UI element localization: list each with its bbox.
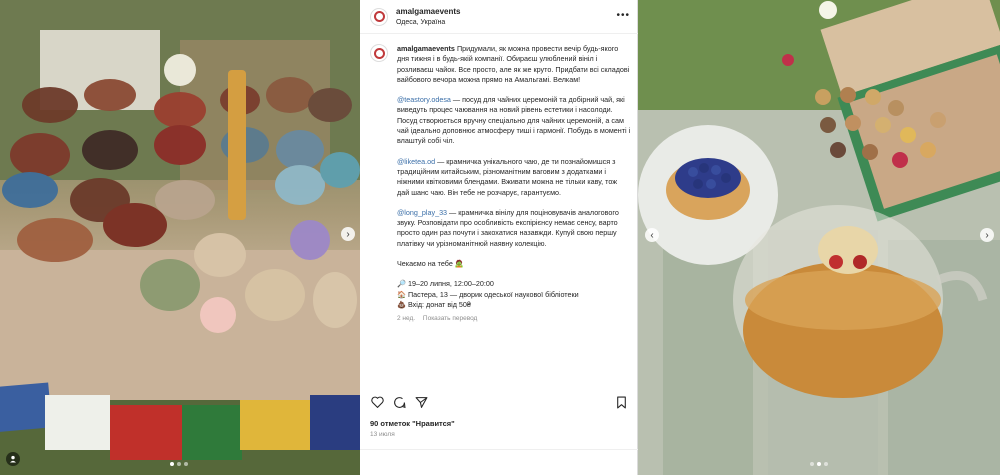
mention-longplay[interactable]: @long_play_33 bbox=[397, 208, 447, 217]
carousel-dots bbox=[810, 462, 828, 466]
post-date: 13 июля bbox=[370, 431, 395, 438]
user-icon[interactable] bbox=[6, 452, 20, 466]
bookmark-icon[interactable] bbox=[614, 395, 628, 409]
caption-username[interactable]: amalgamaevents bbox=[397, 44, 455, 53]
event-date: 🔎 19–20 липня, 12:00–20:00 bbox=[397, 279, 494, 289]
caption-meta: 2 нед. Показать перевод bbox=[397, 314, 631, 324]
caption: amalgamaevents Придумали, як можна прове… bbox=[397, 44, 631, 325]
share-icon[interactable] bbox=[414, 395, 428, 409]
avatar[interactable] bbox=[370, 7, 388, 26]
left-post-image[interactable]: › bbox=[0, 0, 360, 475]
chevron-right-icon[interactable]: › bbox=[980, 228, 994, 242]
location[interactable]: Одеса, Україна bbox=[396, 17, 460, 28]
post-panel: amalgamaevents Одеса, Україна ••• amalga… bbox=[360, 0, 638, 475]
teapot-photo bbox=[638, 0, 1000, 475]
event-location: 🏠 Пастера, 13 — дворик одеської наукової… bbox=[397, 289, 579, 299]
mention-teastory[interactable]: @teastory.odesa bbox=[397, 95, 451, 104]
header-username[interactable]: amalgamaevents bbox=[396, 6, 460, 17]
carousel-dots bbox=[170, 462, 188, 466]
right-post-image[interactable]: ‹ › bbox=[638, 0, 1000, 475]
event-entry: 💩 Вхід: донат від 50₴ bbox=[397, 299, 471, 309]
comment-icon[interactable] bbox=[392, 395, 406, 409]
action-bar bbox=[370, 395, 628, 411]
chevron-left-icon[interactable]: ‹ bbox=[645, 228, 659, 242]
likes-count[interactable]: 90 отметок "Нравится" bbox=[370, 419, 455, 428]
caption-avatar[interactable] bbox=[370, 44, 388, 62]
caption-closing: Чекаємо на тебе 🧟 bbox=[397, 259, 464, 269]
more-icon[interactable]: ••• bbox=[616, 10, 630, 21]
post-age: 2 нед. bbox=[397, 315, 416, 323]
translate-link[interactable]: Показать перевод bbox=[423, 315, 477, 322]
mention-liketea[interactable]: @liketea.od bbox=[397, 157, 435, 166]
heart-icon[interactable] bbox=[370, 395, 384, 409]
post-header: amalgamaevents Одеса, Україна ••• bbox=[360, 0, 638, 34]
chevron-right-icon[interactable]: › bbox=[341, 227, 355, 241]
comment-bar bbox=[360, 449, 638, 475]
ceramics-table-photo bbox=[0, 0, 360, 475]
